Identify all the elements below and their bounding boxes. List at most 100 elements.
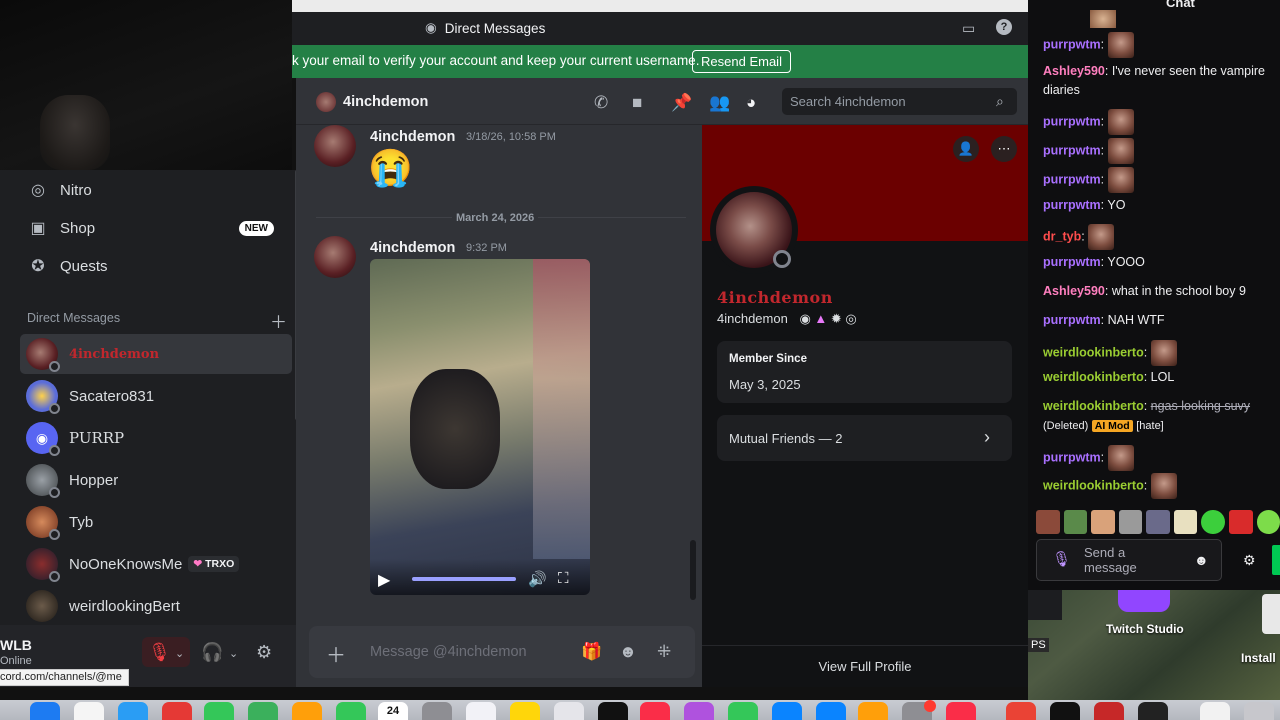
- add-friend-icon[interactable]: 👤: [953, 136, 979, 162]
- chat-settings-icon[interactable]: ⚙: [1243, 552, 1256, 569]
- chat-user[interactable]: Ashley590: [1043, 64, 1105, 78]
- file-icon[interactable]: [1200, 702, 1230, 720]
- chat-scrollbar[interactable]: [690, 540, 696, 600]
- dm-item-purrp[interactable]: ◉ PURRP: [20, 418, 292, 458]
- music-icon[interactable]: [640, 702, 670, 720]
- capcut-icon[interactable]: [1050, 702, 1080, 720]
- video-call-icon[interactable]: ■: [632, 93, 642, 113]
- numbers-icon[interactable]: [728, 702, 758, 720]
- dictionary-icon[interactable]: [1094, 702, 1124, 720]
- resend-email-button[interactable]: Resend Email: [692, 50, 791, 73]
- dm-item-4inchdemon[interactable]: 4inchdemon: [20, 334, 292, 374]
- emoji-icon[interactable]: ☻: [619, 642, 637, 662]
- profile-username: 4inchdemon ◉ ▲ ✹ ◎: [717, 311, 857, 327]
- video-progress-bar[interactable]: [412, 577, 516, 581]
- chat-user[interactable]: weirdlookinberto: [1043, 370, 1144, 384]
- emote[interactable]: [1036, 510, 1060, 534]
- install-label[interactable]: Install: [1241, 651, 1276, 665]
- view-full-profile-button[interactable]: View Full Profile: [702, 645, 1028, 687]
- emote[interactable]: [1173, 510, 1198, 534]
- calendar-icon[interactable]: 24: [378, 702, 408, 720]
- more-options-icon[interactable]: ⋯: [991, 136, 1017, 162]
- help-icon[interactable]: ?: [996, 19, 1012, 35]
- maps-icon[interactable]: [248, 702, 278, 720]
- dm-item-weirdlookingbert[interactable]: weirdlookingBert: [20, 586, 292, 625]
- nav-nitro[interactable]: ◎ Nitro: [20, 173, 290, 207]
- reminders-icon[interactable]: [466, 702, 496, 720]
- video-attachment[interactable]: ▶ 🔊 ⛶: [370, 259, 590, 595]
- chat-user[interactable]: purrpwtm: [1043, 255, 1101, 269]
- app-icon[interactable]: [162, 702, 192, 720]
- inbox-icon[interactable]: ▭: [962, 20, 975, 37]
- headphones-icon[interactable]: 🎧: [201, 642, 223, 663]
- chat-user[interactable]: weirdlookinberto: [1043, 399, 1144, 413]
- chrome-icon[interactable]: [1006, 702, 1036, 720]
- emote[interactable]: [1228, 510, 1253, 534]
- notes-icon[interactable]: [510, 702, 540, 720]
- emote-picker-icon[interactable]: ☻: [1194, 552, 1209, 568]
- chat-user[interactable]: purrpwtm: [1043, 114, 1101, 128]
- chat-user[interactable]: weirdlookinberto: [1043, 345, 1144, 359]
- pages-icon[interactable]: [858, 702, 888, 720]
- voice-call-icon[interactable]: ✆: [594, 93, 608, 113]
- trash-icon[interactable]: [1244, 702, 1274, 720]
- obs-icon[interactable]: [1138, 702, 1168, 720]
- user-profile-icon[interactable]: ◕: [746, 93, 756, 113]
- message-avatar[interactable]: [314, 236, 356, 278]
- nav-shop[interactable]: ▣ Shop NEW: [20, 211, 290, 245]
- chevron-down-icon[interactable]: ⌄: [175, 647, 184, 660]
- fullscreen-icon[interactable]: ⛶: [558, 570, 569, 587]
- news-icon[interactable]: [946, 702, 976, 720]
- message-author[interactable]: 4inchdemon: [370, 240, 455, 256]
- dm-item-hopper[interactable]: Hopper: [20, 460, 292, 500]
- volume-icon[interactable]: 🔊: [528, 570, 547, 588]
- dm-item-noone[interactable]: NoOneKnowsMe ❤ TRXO: [20, 544, 292, 584]
- add-friends-icon[interactable]: 👥: [709, 93, 730, 113]
- chevron-down-icon[interactable]: ⌄: [229, 647, 238, 660]
- emote[interactable]: [1201, 510, 1225, 534]
- message-avatar[interactable]: [314, 125, 356, 167]
- dm-item-sacatero831[interactable]: Sacatero831: [20, 376, 292, 416]
- appletv-icon[interactable]: [598, 702, 628, 720]
- chat-user[interactable]: weirdlookinberto: [1043, 478, 1144, 492]
- contacts-icon[interactable]: [422, 702, 452, 720]
- chat-user[interactable]: purrpwtm: [1043, 198, 1101, 212]
- dm-item-tyb[interactable]: Tyb: [20, 502, 292, 542]
- apps-icon[interactable]: ⁜: [657, 642, 671, 662]
- finder-icon[interactable]: [118, 702, 148, 720]
- chat-user[interactable]: purrpwtm: [1043, 172, 1101, 186]
- facetime-icon[interactable]: [336, 702, 366, 720]
- nav-quests[interactable]: ✪ Quests: [20, 249, 290, 283]
- installer-icon[interactable]: [1262, 594, 1280, 634]
- safari-icon[interactable]: [30, 702, 60, 720]
- twitch-studio-icon[interactable]: [1118, 590, 1170, 612]
- emote[interactable]: [1256, 510, 1280, 534]
- pin-icon[interactable]: 📌: [671, 93, 692, 113]
- settings-gear-icon[interactable]: ⚙: [256, 642, 272, 663]
- app-icon[interactable]: [816, 702, 846, 720]
- chat-user[interactable]: purrpwtm: [1043, 450, 1101, 464]
- emote[interactable]: [1063, 510, 1088, 534]
- podcasts-icon[interactable]: [684, 702, 714, 720]
- emote[interactable]: [1091, 510, 1115, 534]
- chat-user[interactable]: Ashley590: [1043, 284, 1105, 298]
- chat-user[interactable]: purrpwtm: [1043, 313, 1101, 327]
- freeform-icon[interactable]: [554, 702, 584, 720]
- play-icon[interactable]: ▶: [378, 570, 390, 590]
- gift-icon[interactable]: 🎁: [581, 642, 602, 662]
- emote[interactable]: [1118, 510, 1143, 534]
- twitch-studio-label[interactable]: Twitch Studio: [1106, 622, 1184, 636]
- chat-user[interactable]: purrpwtm: [1043, 37, 1101, 51]
- add-attachment-icon[interactable]: ＋: [326, 639, 346, 668]
- microphone-icon[interactable]: 🎙: [1052, 550, 1071, 568]
- chat-user[interactable]: dr_tyb: [1043, 229, 1081, 243]
- chat-send-button[interactable]: [1272, 545, 1280, 575]
- messages-icon[interactable]: [204, 702, 234, 720]
- chat-user[interactable]: purrpwtm: [1043, 143, 1101, 157]
- photos-icon[interactable]: [292, 702, 322, 720]
- create-dm-plus-icon[interactable]: ＋: [270, 308, 287, 333]
- appstore-icon[interactable]: [772, 702, 802, 720]
- launchpad-icon[interactable]: [74, 702, 104, 720]
- message-author[interactable]: 4inchdemon: [370, 129, 455, 145]
- emote[interactable]: [1146, 510, 1170, 534]
